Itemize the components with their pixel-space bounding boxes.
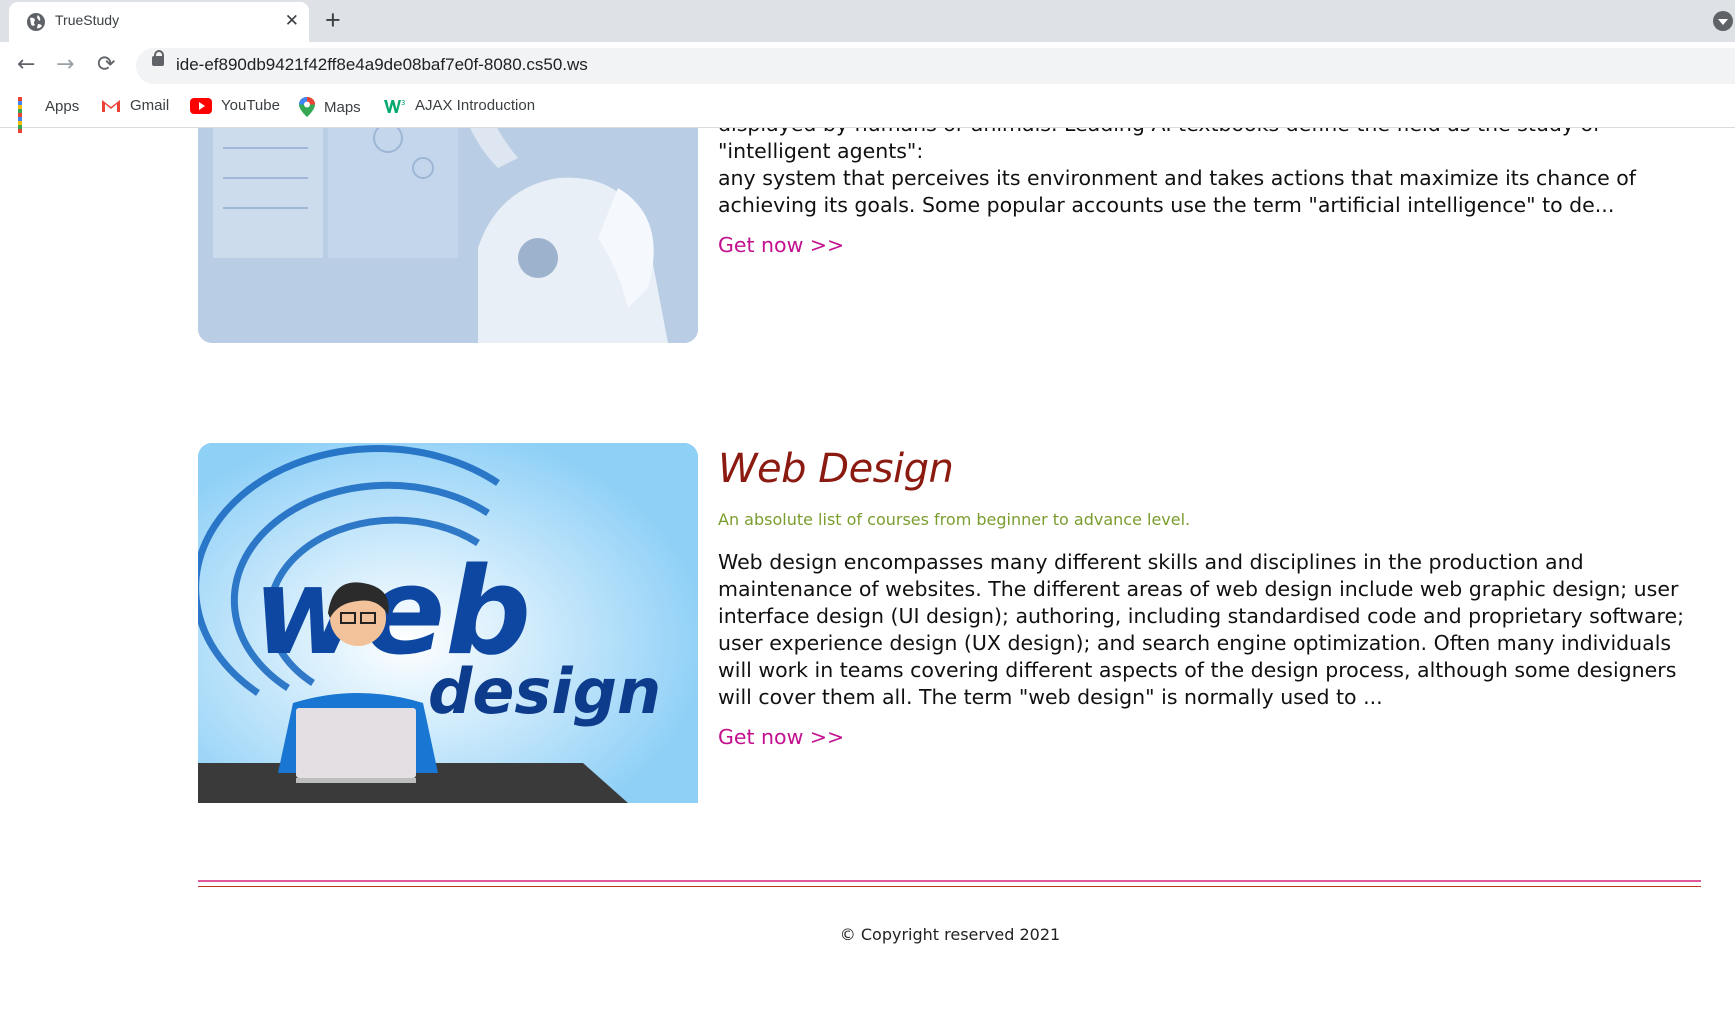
bookmark-label: Maps (324, 98, 361, 116)
course-web-design-subtitle: An absolute list of courses from beginne… (718, 510, 1191, 529)
w3schools-icon: 3 (384, 99, 405, 113)
footer-divider-bottom (198, 886, 1701, 887)
page-content: displayed by humans or animals. Leading … (0, 128, 1735, 1020)
tab-title: TrueStudy (55, 12, 120, 28)
bookmark-youtube[interactable]: YouTube (190, 97, 280, 114)
bookmark-label: AJAX Introduction (415, 97, 536, 114)
web-design-image: web design (198, 443, 698, 803)
tab-search-icon[interactable] (1713, 11, 1733, 31)
tab-strip: TrueStudy ✕ + (0, 0, 1735, 42)
course-ai-partial-line: displayed by humans or animals. Leading … (718, 128, 1600, 163)
youtube-icon (190, 97, 212, 114)
course-ai-get-now-link[interactable]: Get now >> (718, 233, 844, 257)
new-tab-button[interactable]: + (325, 5, 341, 35)
back-button[interactable]: ← (17, 54, 35, 76)
lock-icon[interactable] (152, 50, 164, 66)
course-ai-text: displayed by humans or animals. Leading … (718, 128, 1703, 257)
close-tab-icon[interactable]: ✕ (285, 11, 299, 31)
footer-copyright: © Copyright reserved 2021 (839, 925, 1061, 944)
course-web-design-description: Web design encompasses many different sk… (718, 550, 1685, 709)
course-web-design-get-now-link[interactable]: Get now >> (718, 725, 844, 749)
bookmark-label: Apps (45, 97, 80, 115)
robot-image (198, 128, 698, 343)
svg-text:3: 3 (401, 99, 405, 107)
reload-button[interactable]: ⟳ (97, 54, 115, 76)
robot-illustration (198, 128, 698, 343)
bookmarks-bar: Apps Gmail YouTube Maps 3 AJAX Introduct… (0, 89, 1735, 133)
design-logo-text: design (428, 655, 661, 728)
maps-pin-icon (299, 97, 315, 117)
bookmark-ajax-introduction[interactable]: 3 AJAX Introduction (384, 97, 535, 114)
browser-tab[interactable]: TrueStudy ✕ (9, 2, 309, 42)
course-web-design-title: Web Design (718, 446, 954, 492)
web-design-illustration: web design (198, 443, 698, 803)
course-web-design-text: Web Design An absolute list of courses f… (718, 446, 1703, 749)
bookmark-label: Gmail (130, 97, 170, 114)
globe-icon (27, 13, 45, 31)
url-text[interactable]: ide-ef890db9421f42ff8e4a9de08baf7e0f-808… (176, 55, 588, 75)
apps-grid-icon (18, 97, 36, 133)
footer-divider-top (198, 880, 1701, 882)
bookmark-label: YouTube (221, 97, 280, 114)
bookmark-apps[interactable]: Apps (18, 97, 80, 133)
forward-button[interactable]: → (56, 54, 74, 76)
bookmark-maps[interactable]: Maps (299, 97, 361, 117)
bookmark-gmail[interactable]: Gmail (101, 97, 169, 114)
course-ai-description: any system that perceives its environmen… (718, 166, 1637, 217)
gmail-icon (102, 100, 120, 112)
